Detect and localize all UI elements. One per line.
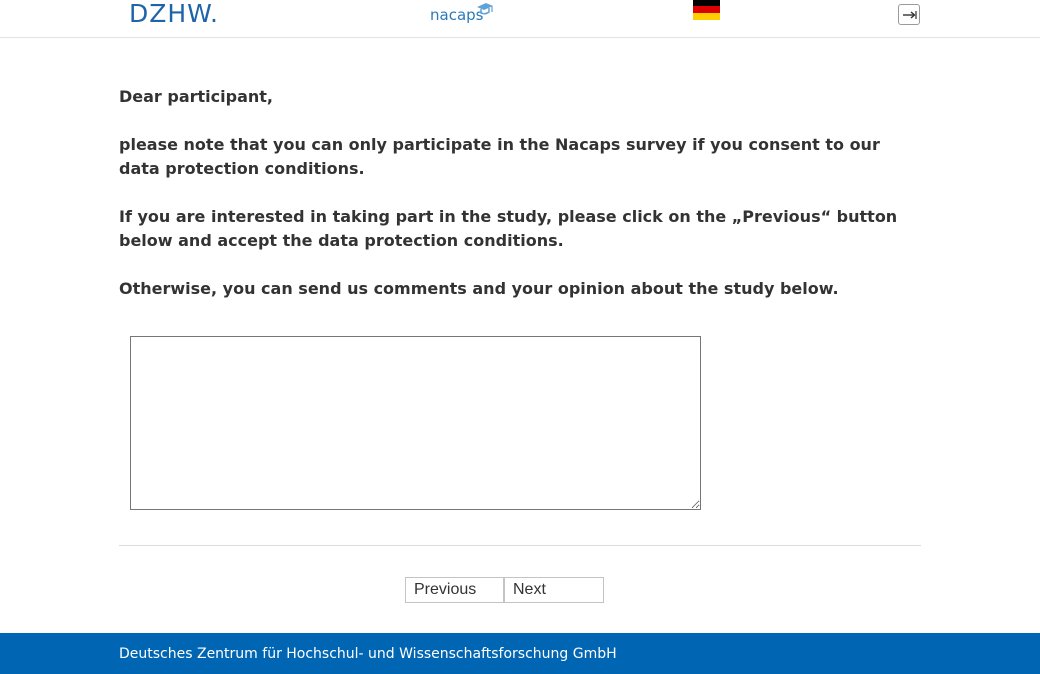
dzhw-logo[interactable]: DZHW. [129, 0, 219, 30]
next-button[interactable]: Next [504, 577, 604, 603]
flag-stripe-red [693, 6, 720, 13]
footer-text: Deutsches Zentrum für Hochschul- und Wis… [119, 646, 617, 662]
previous-button[interactable]: Previous [405, 577, 504, 603]
mortarboard-icon [477, 3, 493, 15]
logout-button[interactable] [898, 4, 920, 25]
consent-notice-text: please note that you can only participat… [119, 135, 880, 178]
flag-stripe-gold [693, 13, 720, 20]
header: DZHW. nacaps [0, 0, 1040, 38]
navigation-buttons: Previous Next [405, 577, 604, 603]
german-flag-icon[interactable] [693, 0, 720, 20]
logout-icon [903, 11, 917, 19]
main-content: Dear participant, please note that you c… [119, 85, 921, 325]
greeting-text: Dear participant, [119, 87, 273, 106]
comment-textarea[interactable] [130, 336, 701, 510]
comment-prompt-text: Otherwise, you can send us comments and … [119, 279, 839, 298]
footer: Deutsches Zentrum für Hochschul- und Wis… [0, 633, 1040, 674]
previous-instruction-text: If you are interested in taking part in … [119, 207, 898, 250]
divider [119, 545, 921, 546]
